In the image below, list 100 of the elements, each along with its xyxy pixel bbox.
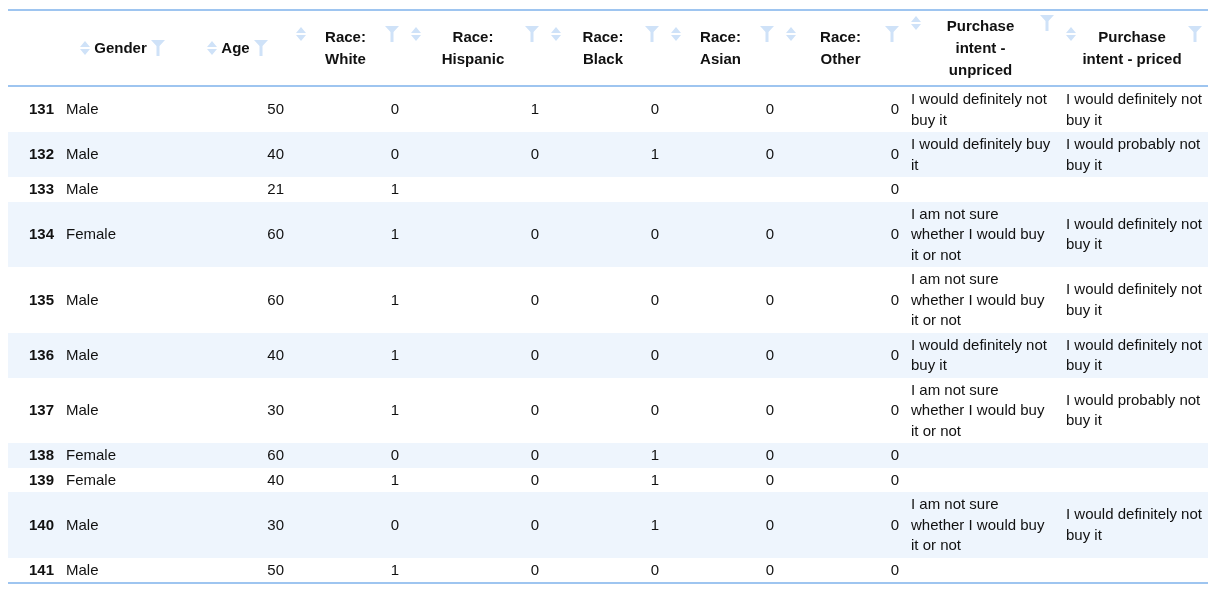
column-header[interactable]: Race: Black [565, 26, 641, 70]
sort-icon[interactable] [671, 26, 681, 42]
table-cell: Male [66, 100, 99, 118]
table-cell: 0 [890, 446, 899, 463]
table-cell: 30 [267, 401, 284, 418]
table-cell: 1 [650, 145, 659, 163]
column-header[interactable]: Purchase intent - priced [1080, 26, 1184, 70]
table-cell: 0 [890, 180, 899, 197]
table-cell: 0 [765, 145, 774, 163]
sort-icon[interactable] [207, 40, 218, 56]
table-cell: Male [66, 515, 99, 533]
table-cell: 0 [890, 100, 899, 118]
table-cell: Male [66, 401, 99, 418]
column-header[interactable]: Age [221, 37, 250, 59]
table-cell: 0 [650, 290, 659, 308]
table-cell: 0 [530, 401, 539, 418]
table-cell: 0 [650, 401, 659, 418]
table-cell: 0 [390, 145, 399, 163]
filter-icon[interactable] [760, 26, 774, 42]
table-cell: 1 [530, 100, 539, 118]
table-cell: 40 [267, 145, 284, 163]
table-cell: 1 [390, 345, 399, 363]
table-cell: Female [66, 470, 117, 488]
filter-icon[interactable] [645, 26, 659, 42]
table-cell: I am not sure whether I would buy it or not [911, 204, 1045, 263]
table-cell: I would definitely not buy it [1066, 505, 1202, 543]
column-header[interactable]: Race: White [310, 26, 381, 70]
sort-icon[interactable] [296, 26, 306, 42]
table-cell: 0 [765, 345, 774, 363]
column-header[interactable]: Race: Asian [685, 26, 756, 70]
row-index: 135 [28, 290, 54, 308]
table-cell: 0 [650, 225, 659, 242]
table-cell: 0 [765, 446, 774, 463]
filter-icon[interactable] [1040, 15, 1054, 31]
table-cell: Male [66, 290, 99, 308]
sort-icon[interactable] [411, 26, 421, 42]
row-index: 139 [28, 470, 54, 488]
column-header[interactable]: Gender [94, 37, 147, 59]
table-cell: Male [66, 345, 99, 363]
table-cell: 0 [530, 145, 539, 163]
row-index: 133 [28, 180, 54, 197]
table-cell: I am not sure whether I would buy it or not [911, 270, 1045, 328]
filter-icon[interactable] [1188, 26, 1202, 42]
table-cell: 50 [267, 560, 284, 578]
table-cell: 0 [890, 225, 899, 242]
table-cell: I would definitely not buy it [911, 90, 1047, 128]
table-cell: 0 [530, 560, 539, 578]
table-cell: 1 [390, 401, 399, 418]
sort-icon[interactable] [80, 40, 91, 56]
column-header[interactable]: Purchase intent - unpriced [925, 15, 1036, 81]
table-cell: 50 [267, 100, 284, 118]
table-cell: Male [66, 180, 99, 197]
table-cell: 0 [650, 345, 659, 363]
sort-icon[interactable] [786, 26, 796, 42]
row-index: 134 [28, 225, 54, 242]
filter-icon[interactable] [253, 40, 268, 56]
table-cell: I would definitely not buy it [1066, 214, 1202, 253]
table-cell: 60 [267, 225, 284, 242]
filter-icon[interactable] [885, 26, 899, 42]
row-index: 141 [28, 560, 54, 578]
table-cell: I would definitely not buy it [1066, 335, 1202, 373]
table-cell: Female [66, 446, 117, 463]
table-cell: 0 [765, 515, 774, 533]
table-cell: Male [66, 560, 99, 578]
table-cell: 40 [267, 470, 284, 488]
table-cell: 0 [765, 100, 774, 118]
column-header[interactable]: Race: Other [800, 26, 881, 70]
table-cell: 0 [390, 100, 399, 118]
sort-icon[interactable] [1066, 26, 1076, 42]
table-cell: 0 [890, 401, 899, 418]
table-cell: I would definitely not buy it [911, 335, 1047, 373]
table-cell: I would definitely not buy it [1066, 90, 1202, 128]
table-cell: I would definitely not buy it [1066, 280, 1202, 318]
table-cell: 0 [890, 290, 899, 308]
table-cell: 0 [890, 560, 899, 578]
table-cell: 60 [267, 290, 284, 308]
table-cell: 0 [530, 345, 539, 363]
table-cell: 0 [890, 515, 899, 533]
filter-icon[interactable] [150, 40, 165, 56]
filter-icon[interactable] [385, 26, 399, 42]
table-cell: 21 [267, 180, 284, 197]
filter-icon[interactable] [525, 26, 539, 42]
column-header[interactable]: Race: Hispanic [425, 26, 521, 70]
sort-icon[interactable] [551, 26, 561, 42]
row-index: 138 [28, 446, 54, 463]
table-cell: 30 [267, 515, 284, 533]
table-cell: Female [66, 225, 117, 242]
table-cell: I would definitely buy it [911, 135, 1051, 173]
sort-icon[interactable] [911, 15, 921, 31]
table-cell: I would probably not buy it [1066, 135, 1201, 173]
table-cell: 0 [890, 470, 899, 488]
table-cell: I would probably not buy it [1066, 390, 1201, 429]
table-cell: 1 [390, 470, 399, 488]
table-cell: 1 [390, 290, 399, 308]
row-index: 132 [28, 145, 54, 163]
table-cell: 0 [530, 225, 539, 242]
table-cell: I am not sure whether I would buy it or not [911, 495, 1045, 553]
table-cell: 1 [390, 180, 399, 197]
table-cell: 1 [390, 560, 399, 578]
table-cell: 0 [890, 145, 899, 163]
